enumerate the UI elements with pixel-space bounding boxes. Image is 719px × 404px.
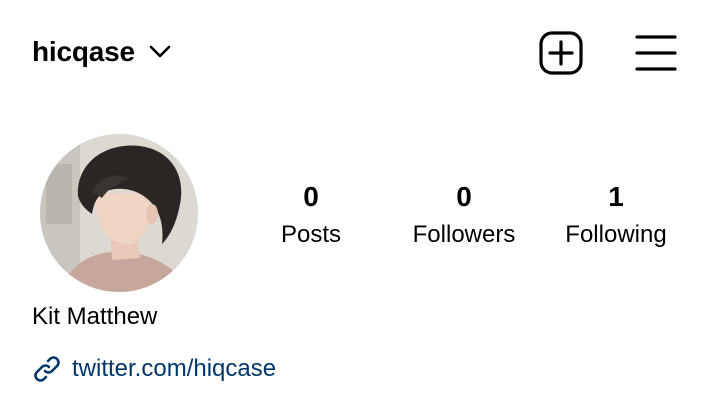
following-count: 1 bbox=[608, 181, 624, 212]
new-post-button[interactable] bbox=[538, 30, 584, 76]
following-stat[interactable]: 1 Following bbox=[558, 178, 674, 252]
followers-label: Followers bbox=[412, 221, 516, 248]
plus-square-icon bbox=[538, 31, 584, 80]
menu-button[interactable] bbox=[635, 33, 677, 73]
followers-count: 0 bbox=[456, 181, 472, 212]
username: hicqase bbox=[32, 36, 135, 67]
full-name: Kit Matthew bbox=[32, 303, 158, 330]
profile-photo bbox=[40, 134, 198, 292]
link-text: twitter.com/hiqcase bbox=[72, 355, 277, 382]
chevron-down-icon bbox=[149, 45, 171, 59]
hamburger-menu-icon bbox=[635, 35, 677, 77]
posts-stat[interactable]: 0 Posts bbox=[270, 178, 352, 252]
avatar[interactable] bbox=[40, 134, 198, 292]
posts-count: 0 bbox=[303, 181, 319, 212]
account-switcher[interactable]: hicqase bbox=[32, 32, 171, 72]
followers-stat[interactable]: 0 Followers bbox=[404, 178, 524, 252]
following-label: Following bbox=[565, 221, 667, 248]
bio-link[interactable]: twitter.com/hiqcase bbox=[32, 352, 276, 386]
profile-header: hicqase bbox=[0, 0, 719, 104]
posts-label: Posts bbox=[280, 221, 342, 248]
link-icon bbox=[32, 354, 62, 384]
